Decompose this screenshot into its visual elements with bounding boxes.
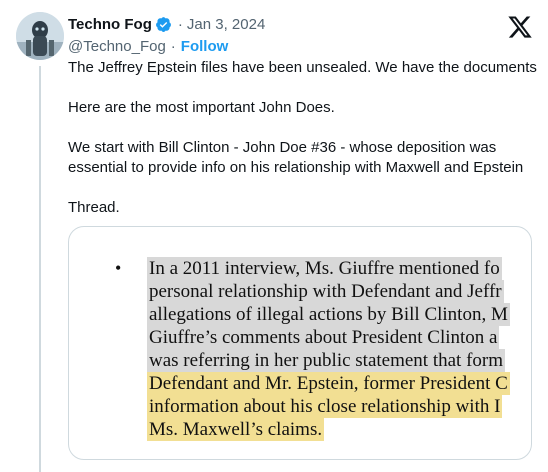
tweet-header: Techno Fog · Jan 3, 2024 — [68, 14, 265, 34]
tweet-paragraph: Here are the most important John Does. — [68, 99, 335, 116]
x-logo-icon[interactable] — [507, 14, 533, 40]
tweet-paragraph: We start with Bill Clinton - John Doe #3… — [68, 139, 524, 176]
document-line: allegations of illegal actions by Bill C… — [147, 303, 510, 326]
tweet-text: The Jeffrey Epstein files have been unse… — [68, 58, 538, 238]
author-name[interactable]: Techno Fog — [68, 16, 152, 33]
follow-button[interactable]: Follow — [181, 38, 229, 55]
bullet-icon: • — [115, 258, 122, 278]
document-line: In a 2011 interview, Ms. Giuffre mention… — [147, 257, 502, 280]
author-handle[interactable]: @Techno_Fog — [68, 38, 166, 55]
thread-connector-line — [39, 66, 41, 472]
avatar-image — [16, 12, 64, 60]
document-line: Defendant and Mr. Epstein, former Presid… — [147, 372, 510, 395]
document-line: Ms. Maxwell’s claims. — [147, 418, 325, 441]
follow-separator: · — [170, 37, 176, 55]
tweet-media-image[interactable]: • In a 2011 interview, Ms. Giuffre menti… — [68, 226, 532, 460]
tweet-paragraph: The Jeffrey Epstein files have been unse… — [68, 59, 537, 76]
avatar[interactable] — [16, 12, 64, 60]
date-separator: · — [177, 15, 183, 33]
document-line: information about his close relationship… — [147, 395, 503, 418]
handle-row: @Techno_Fog · Follow — [68, 36, 228, 56]
verified-badge-icon — [155, 16, 171, 32]
document-excerpt: • In a 2011 interview, Ms. Giuffre menti… — [69, 227, 531, 459]
document-line: Giuffre’s comments about President Clint… — [147, 326, 500, 349]
tweet-date[interactable]: Jan 3, 2024 — [187, 16, 265, 33]
tweet-paragraph: Thread. — [68, 199, 120, 216]
document-line: personal relationship with Defendant and… — [147, 280, 504, 303]
document-line: was referring in her public statement th… — [147, 349, 506, 372]
